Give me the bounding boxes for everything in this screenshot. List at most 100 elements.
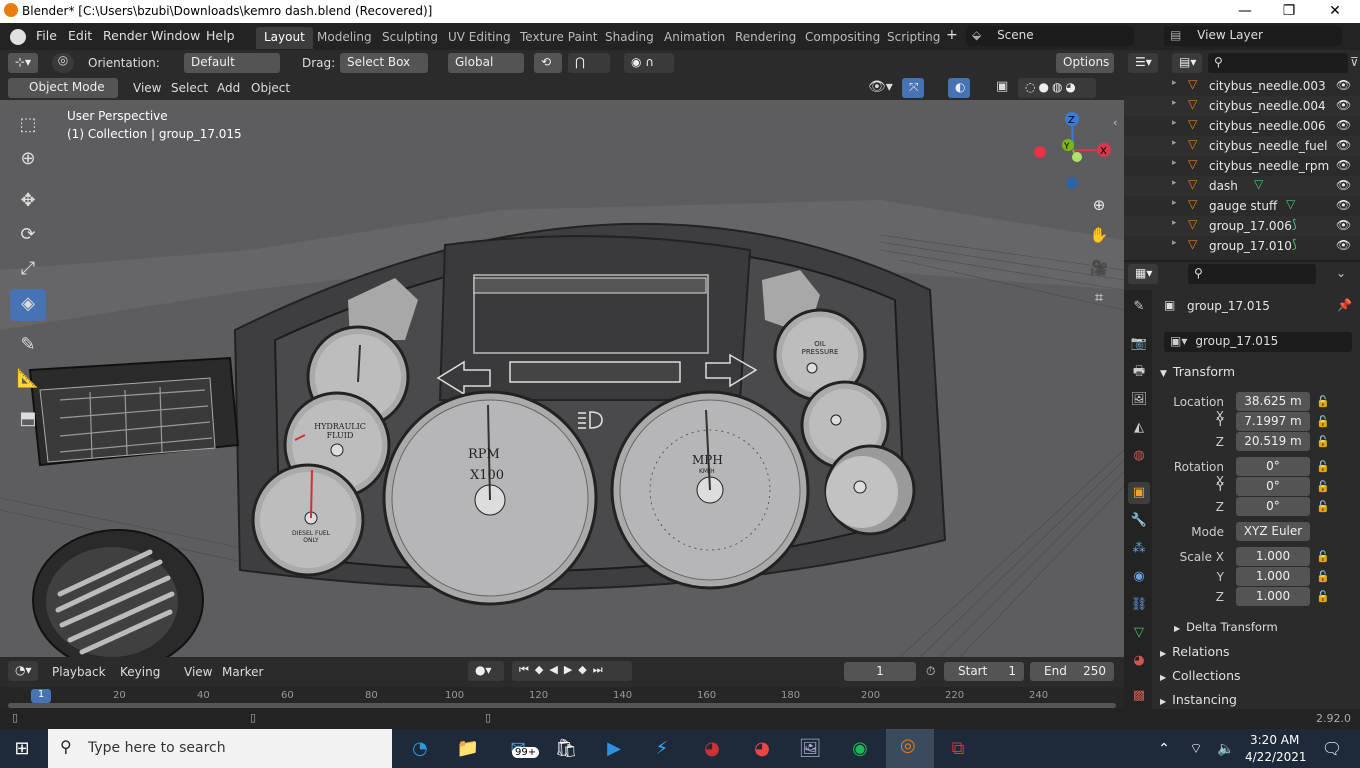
show-hidden-icons[interactable]: ⌃ <box>1146 733 1182 765</box>
object-menu[interactable]: Object <box>251 81 290 95</box>
current-frame-field[interactable]: 1 <box>844 662 916 681</box>
pivot-point-icon[interactable]: ⟲ <box>534 53 562 73</box>
keying-menu[interactable]: Keying <box>120 665 160 679</box>
screen-recorder-icon[interactable]: ⧉ <box>940 733 976 765</box>
location-x-field[interactable]: 38.625 m <box>1236 392 1310 411</box>
object-name-field[interactable]: ▣▾ group_17.015 <box>1164 332 1352 352</box>
cursor-icon[interactable]: ⊕ <box>10 144 46 176</box>
chrome-alt-icon[interactable]: ◕ <box>744 733 780 765</box>
volume-icon[interactable]: 🔈 <box>1208 733 1244 765</box>
editor-type-icon[interactable]: ⊹▾ <box>8 53 38 73</box>
lock-icon[interactable]: 🔓 <box>1316 550 1330 563</box>
rotate-icon[interactable]: ⟳ <box>10 220 46 252</box>
scale-z-field[interactable]: 1.000 <box>1236 587 1310 606</box>
media-app-icon[interactable]: ▶ <box>596 733 632 765</box>
lock-icon[interactable]: 🔓 <box>1316 500 1330 513</box>
add-menu[interactable]: Add <box>217 81 240 95</box>
move-icon[interactable]: ✥ <box>10 186 46 218</box>
lock-icon[interactable]: 🔓 <box>1316 570 1330 583</box>
outliner-item[interactable]: ▸ ▽ citybus_needle_rpm 👁 <box>1124 156 1360 176</box>
data-tab-icon[interactable]: ▽ <box>1128 622 1150 644</box>
properties-editor-icon[interactable]: ▦▾ <box>1128 264 1158 284</box>
active-tool-icon[interactable]: ◎ <box>52 53 74 73</box>
delta-transform-header[interactable]: ▶ Delta Transform <box>1174 620 1278 634</box>
playback-menu[interactable]: Playback <box>52 665 106 679</box>
outliner-item[interactable]: ▸ ▽ citybus_needle_fuel 👁 <box>1124 136 1360 156</box>
camera-icon[interactable]: 🎥 <box>1086 255 1112 281</box>
maximize-button[interactable]: ❐ <box>1266 2 1312 22</box>
outliner-item[interactable]: ▸ ▽ citybus_needle.003 👁 <box>1124 76 1360 96</box>
marker-menu[interactable]: Marker <box>222 665 263 679</box>
timeline-ruler[interactable]: 1 20 40 60 80 100 120 140 160 180 200 22… <box>0 687 1124 709</box>
rotation-z-field[interactable]: 0° <box>1236 497 1310 516</box>
outliner-item[interactable]: ▸ ▽ gauge stuff ▽ 👁 <box>1124 196 1360 216</box>
timeline-editor-icon[interactable]: ◔▾ <box>8 661 38 681</box>
scene-tab-icon[interactable]: ◭ <box>1128 417 1150 439</box>
mode-dropdown[interactable]: Object Mode <box>8 78 118 98</box>
timeline-scrollbar[interactable] <box>8 703 1116 708</box>
transform-icon[interactable]: ◈ <box>10 289 46 321</box>
store-icon[interactable]: 🛍 <box>548 733 584 765</box>
bolt-app-icon[interactable]: ⚡ <box>644 733 680 765</box>
view-menu[interactable]: View <box>133 81 161 95</box>
clock-time[interactable]: 3:20 AM <box>1250 733 1299 747</box>
texture-tab-icon[interactable]: ▩ <box>1128 685 1150 707</box>
minimize-button[interactable]: — <box>1222 2 1268 22</box>
chrome-icon[interactable]: ◕ <box>694 733 730 765</box>
scene-selector[interactable]: ⬙ Scene <box>966 26 1134 46</box>
outliner-item[interactable]: ▸ ▽ group_17.006 ⟆ 👁 <box>1124 216 1360 236</box>
eye-icon[interactable]: 👁 <box>1336 218 1351 232</box>
add-workspace-icon[interactable]: + <box>946 27 958 43</box>
eye-icon[interactable]: 👁 <box>1336 138 1351 152</box>
output-tab-icon[interactable]: 🖶 <box>1128 361 1150 383</box>
playback-controls[interactable]: ⏮◆◀▶◆⏭ <box>512 661 632 681</box>
material-tab-icon[interactable]: ◕ <box>1128 650 1150 672</box>
view-layer-selector[interactable]: ▤ View Layer <box>1164 26 1342 46</box>
lock-icon[interactable]: 🔓 <box>1316 435 1330 448</box>
ortho-grid-icon[interactable]: ⌗ <box>1086 284 1112 310</box>
eye-icon[interactable]: 👁 <box>1336 238 1351 252</box>
notification-icon[interactable]: 🗨 <box>1314 733 1350 765</box>
navigation-gizmo[interactable]: Z X Y <box>1030 110 1120 200</box>
relations-panel-header[interactable]: ▶ Relations <box>1160 644 1230 659</box>
menu-edit[interactable]: Edit <box>68 28 92 43</box>
tab-animation[interactable]: Animation <box>656 27 733 49</box>
rotation-mode-dropdown[interactable]: XYZ Euler <box>1236 522 1310 541</box>
properties-search-input[interactable]: ⚲ <box>1188 264 1316 284</box>
lock-icon[interactable]: 🔓 <box>1316 460 1330 473</box>
location-y-field[interactable]: 7.1997 m <box>1236 412 1310 431</box>
tab-uv-editing[interactable]: UV Editing <box>440 27 519 49</box>
taskbar-search-box[interactable]: ⚲ Type here to search <box>48 729 392 768</box>
physics-tab-icon[interactable]: ◉ <box>1128 566 1150 588</box>
outliner-search-input[interactable]: ⚲ <box>1208 53 1348 73</box>
tab-modeling[interactable]: Modeling <box>309 27 380 49</box>
sidebar-toggle-icon[interactable]: ‹ <box>1113 116 1117 129</box>
tool-tab-icon[interactable]: ✎ <box>1128 296 1150 318</box>
options-dropdown[interactable]: Options <box>1056 53 1114 73</box>
menu-help[interactable]: Help <box>206 28 235 43</box>
menu-file[interactable]: File <box>36 28 57 43</box>
3d-viewport[interactable]: RPM X100 MPH KM/H OIL PRESSURE HYDRAULIC… <box>0 100 1124 657</box>
lock-icon[interactable]: 🔓 <box>1316 415 1330 428</box>
annotate-icon[interactable]: ✎ <box>10 330 46 362</box>
particles-tab-icon[interactable]: ⁂ <box>1128 538 1150 560</box>
blender-taskbar-active[interactable]: ◎ <box>886 729 934 768</box>
location-z-field[interactable]: 20.519 m <box>1236 432 1310 451</box>
tab-layout[interactable]: Layout <box>256 27 313 49</box>
eye-icon[interactable]: 👁 <box>1336 178 1351 192</box>
edge-icon[interactable]: ◔ <box>402 733 438 765</box>
filter-icon[interactable]: ⊽ <box>1350 55 1359 69</box>
outliner-item[interactable]: ▸ ▽ group_17.010 ⟆ 👁 <box>1124 236 1360 256</box>
zoom-icon[interactable]: ⊕ <box>1086 192 1112 218</box>
tab-sculpting[interactable]: Sculpting <box>374 27 446 49</box>
outliner-item[interactable]: ▸ ▽ citybus_needle.004 👁 <box>1124 96 1360 116</box>
outliner-editor-icon[interactable]: ☰▾ <box>1128 53 1158 73</box>
rotation-x-field[interactable]: 0° <box>1236 457 1310 476</box>
modifier-tab-icon[interactable]: 🔧 <box>1128 510 1150 532</box>
visibility-icon[interactable]: 👁▾ <box>868 79 893 95</box>
tab-compositing[interactable]: Compositing <box>797 27 888 49</box>
orientation-dropdown[interactable]: Default <box>184 53 280 73</box>
outliner-item[interactable]: ▸ ▽ citybus_needle.006 👁 <box>1124 116 1360 136</box>
scale-x-field[interactable]: 1.000 <box>1236 547 1310 566</box>
frame-cursor[interactable]: 1 <box>31 689 51 703</box>
